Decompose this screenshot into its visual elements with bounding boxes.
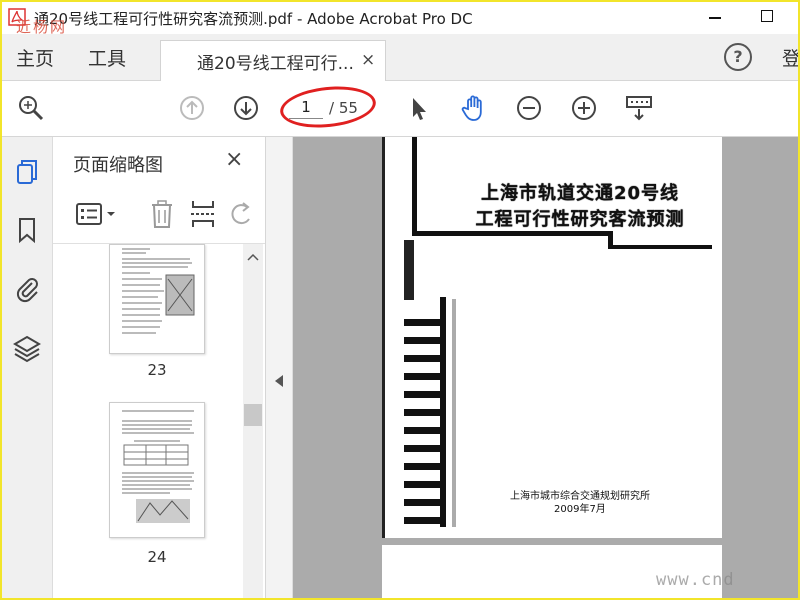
panel-close-button[interactable]: ×: [225, 147, 243, 172]
cover-title-line-2: 工程可行性研究客流预测: [475, 209, 685, 230]
attachments-icon[interactable]: [12, 273, 42, 303]
cover-date: 2009年7月: [554, 504, 606, 515]
minimize-icon: [709, 17, 721, 19]
keyboard-download-icon[interactable]: [624, 93, 654, 123]
tab-tools[interactable]: 工具: [88, 44, 126, 71]
red-annotation-oval: [278, 82, 378, 132]
delete-page-icon[interactable]: [149, 199, 175, 229]
hand-tool-icon[interactable]: [459, 93, 489, 123]
thumbnail-page-24[interactable]: [109, 402, 205, 538]
document-view[interactable]: 上海市轨道交通20号线 工程可行性研究客流预测 上海市城市综合交通规划研究所 2…: [293, 137, 798, 598]
thumbnail-label: 23: [147, 361, 167, 379]
sign-in-button[interactable]: 登: [782, 44, 798, 71]
select-arrow-icon[interactable]: [404, 93, 434, 123]
zoom-out-icon[interactable]: [514, 93, 544, 123]
bookmarks-icon[interactable]: [12, 215, 42, 245]
thumbnail-label: 24: [147, 548, 167, 566]
thumbnail-page-24-preview: [122, 410, 194, 523]
maximize-button[interactable]: [758, 6, 776, 26]
page-thumbnails-icon[interactable]: [12, 157, 42, 187]
cover-title-line-1: 上海市轨道交通20号线: [480, 183, 680, 204]
tab-home[interactable]: 主页: [16, 44, 54, 71]
pdf-page-1: 上海市轨道交通20号线 工程可行性研究客流预测 上海市城市综合交通规划研究所 2…: [382, 137, 722, 538]
search-icon[interactable]: [16, 93, 46, 123]
document-tab-label: 通20号线工程可行...: [197, 54, 354, 74]
panel-title: 页面缩略图: [73, 155, 163, 176]
page-thumbnails-panel: 页面缩略图 × 23 24: [53, 137, 266, 598]
left-navigation-rail: [2, 137, 53, 598]
acrobat-window: 通20号线工程可行性研究客流预测.pdf - Adobe Acrobat Pro…: [0, 0, 800, 600]
layers-icon[interactable]: [12, 333, 42, 363]
title-bar: 通20号线工程可行性研究客流预测.pdf - Adobe Acrobat Pro…: [2, 2, 798, 36]
window-title: 通20号线工程可行性研究客流预测.pdf - Adobe Acrobat Pro…: [34, 10, 473, 28]
thumbnail-page-23-preview: [122, 248, 195, 334]
next-page-icon[interactable]: [231, 93, 261, 123]
document-tab[interactable]: 通20号线工程可行... ×: [160, 40, 386, 82]
scrollbar-thumb[interactable]: [244, 404, 262, 426]
site-url-watermark: www.cnd: [656, 570, 735, 590]
help-icon[interactable]: ?: [724, 43, 752, 71]
previous-page-icon[interactable]: [177, 93, 207, 123]
zoom-in-icon[interactable]: [569, 93, 599, 123]
insert-page-icon[interactable]: [189, 199, 217, 229]
close-tab-button[interactable]: ×: [361, 50, 375, 70]
thumbnail-scrollbar[interactable]: [243, 244, 263, 598]
thumbnail-list: 23 24: [53, 244, 243, 598]
thumbnail-options-icon[interactable]: [75, 201, 121, 227]
rotate-page-icon[interactable]: [229, 199, 255, 229]
panel-toolbar: [53, 187, 265, 244]
menu-tab-bar: 主页 工具 通20号线工程可行... × ? 登: [2, 34, 798, 82]
minimize-button[interactable]: [706, 6, 724, 26]
main-toolbar: 1 / 55: [2, 81, 798, 137]
panel-collapse-strip[interactable]: [266, 137, 293, 598]
scroll-up-icon[interactable]: [247, 252, 259, 262]
thumbnail-page-23[interactable]: [109, 244, 205, 354]
collapse-arrow-icon[interactable]: [275, 375, 283, 387]
maximize-icon: [761, 10, 773, 22]
